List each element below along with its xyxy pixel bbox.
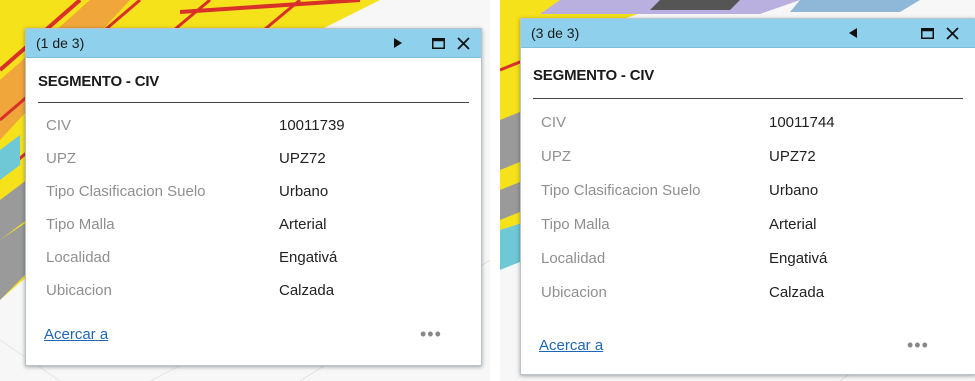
field-label: Localidad [541,250,606,267]
field-value: Calzada [769,284,825,301]
next-arrow-icon[interactable] [390,29,406,57]
field-label: CIV [46,117,72,134]
field-row-localidad: Localidad Engativá [46,249,469,273]
field-row-civ: CIV 10011739 [46,117,469,141]
popup-header: SEGMENTO - CIV [533,67,655,84]
header-divider [38,102,469,103]
field-value: Urbano [769,182,819,199]
info-popup-2: (3 de 3) SEGMENTO - CIV CIV 10011744 UPZ… [520,18,975,375]
field-label: Ubicacion [46,282,112,299]
zoom-to-link[interactable]: Acercar a [539,337,603,354]
field-row-upz: UPZ UPZ72 [541,148,963,172]
zoom-to-link[interactable]: Acercar a [44,326,108,343]
field-value: Arterial [769,216,817,233]
previous-arrow-icon[interactable] [845,19,861,47]
header-divider [533,98,963,99]
more-actions-icon[interactable]: ••• [907,335,929,356]
maximize-icon[interactable] [430,29,446,57]
field-label: UPZ [541,148,571,165]
field-label: Localidad [46,249,111,266]
maximize-icon[interactable] [919,19,935,47]
field-row-upz: UPZ UPZ72 [46,150,469,174]
field-row-ubicacion: Ubicacion Calzada [46,282,469,306]
field-value: Engativá [769,250,828,267]
field-row-tipo-malla: Tipo Malla Arterial [541,216,963,240]
field-row-localidad: Localidad Engativá [541,250,963,274]
field-value: UPZ72 [279,150,326,167]
close-icon[interactable] [454,29,472,57]
field-row-civ: CIV 10011744 [541,114,963,138]
popup-title-bar: (3 de 3) [521,19,975,48]
field-label: UPZ [46,150,76,167]
field-label: CIV [541,114,567,131]
more-actions-icon[interactable]: ••• [420,324,442,345]
field-label: Tipo Malla [541,216,610,233]
popup-title-bar: (1 de 3) [26,29,481,58]
info-popup-1: (1 de 3) SEGMENTO - CIV CIV 10011739 UPZ… [25,28,482,366]
popup-header: SEGMENTO - CIV [38,73,160,90]
feature-counter: (1 de 3) [36,35,85,51]
field-label: Tipo Clasificacion Suelo [46,183,206,200]
field-row-tipo-clasificacion-suelo: Tipo Clasificacion Suelo Urbano [541,182,963,206]
field-row-tipo-malla: Tipo Malla Arterial [46,216,469,240]
field-value: Urbano [279,183,329,200]
feature-counter: (3 de 3) [531,25,580,41]
field-value: 10011739 [279,117,345,134]
field-value: UPZ72 [769,148,816,165]
field-row-tipo-clasificacion-suelo: Tipo Clasificacion Suelo Urbano [46,183,469,207]
field-row-ubicacion: Ubicacion Calzada [541,284,963,308]
field-value: 10011744 [769,114,835,131]
field-label: Tipo Clasificacion Suelo [541,182,701,199]
field-value: Arterial [279,216,327,233]
close-icon[interactable] [943,19,961,47]
field-label: Ubicacion [541,284,607,301]
field-value: Engativá [279,249,338,266]
field-label: Tipo Malla [46,216,115,233]
field-value: Calzada [279,282,335,299]
